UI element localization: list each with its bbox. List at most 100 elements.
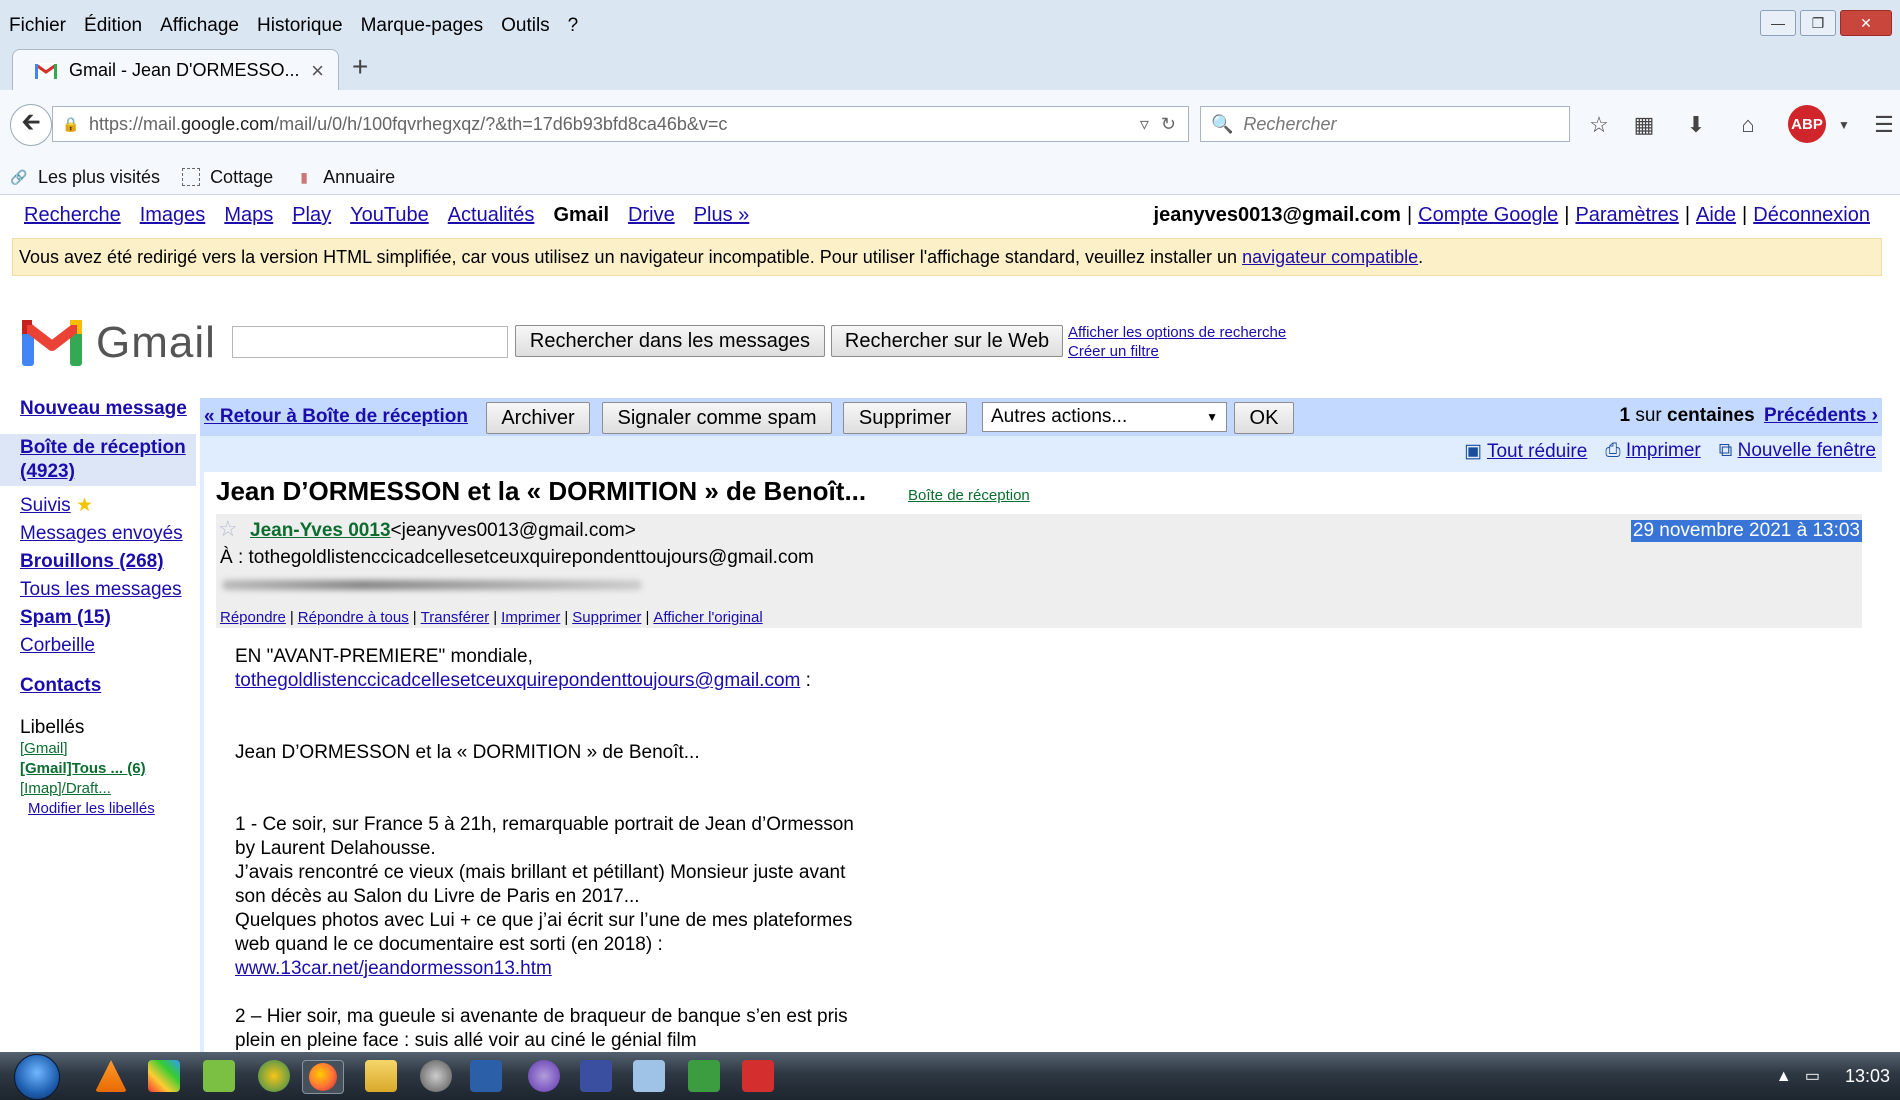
menu-affichage[interactable]: Affichage <box>151 15 248 37</box>
link-drive[interactable]: Drive <box>628 204 675 227</box>
app-light-icon[interactable] <box>633 1060 665 1092</box>
spam-link[interactable]: Spam (15) <box>20 607 196 629</box>
message-date: 29 novembre 2021 à 13:03 <box>1630 520 1862 542</box>
search-mail-button[interactable]: Rechercher dans les messages <box>515 325 825 357</box>
show-search-options-link[interactable]: Afficher les options de recherche <box>1068 324 1286 341</box>
reading-list-icon[interactable]: ▦ <box>1628 110 1660 140</box>
link-actualites[interactable]: Actualités <box>448 204 535 227</box>
new-window-item[interactable]: ⧉ Nouvelle fenêtre <box>1719 440 1876 463</box>
menu-aide[interactable]: ? <box>559 15 588 37</box>
collapse-all-item[interactable]: ▣ Tout réduire <box>1464 440 1587 463</box>
calc-icon[interactable] <box>688 1060 720 1092</box>
back-icon[interactable]: 🡰 <box>10 104 52 146</box>
show-original-link[interactable]: Afficher l'original <box>653 609 762 626</box>
link-images[interactable]: Images <box>140 204 206 227</box>
link-deconnexion[interactable]: Déconnexion <box>1753 204 1870 227</box>
minimize-icon[interactable]: — <box>1760 10 1796 36</box>
maximize-icon[interactable]: ❐ <box>1800 10 1836 36</box>
more-actions-select[interactable]: Autres actions... ▼ <box>982 402 1227 432</box>
edit-labels-link[interactable]: Modifier les libellés <box>28 799 196 819</box>
link-play[interactable]: Play <box>292 204 331 227</box>
network-icon[interactable]: ▭ <box>1805 1068 1820 1085</box>
back-to-inbox-link[interactable]: « Retour à Boîte de réception <box>204 406 468 428</box>
hamburger-menu-icon[interactable]: ☰ <box>1868 110 1900 140</box>
drafts-link[interactable]: Brouillons (268) <box>20 551 196 573</box>
link-youtube[interactable]: YouTube <box>350 204 429 227</box>
all-mail-link[interactable]: Tous les messages <box>20 579 196 601</box>
link-recherche[interactable]: Recherche <box>24 204 121 227</box>
menu-historique[interactable]: Historique <box>248 15 352 37</box>
body-web-link[interactable]: www.13car.net/jeandormesson13.htm <box>235 958 552 979</box>
link-plus[interactable]: Plus » <box>694 204 750 227</box>
link-maps[interactable]: Maps <box>224 204 273 227</box>
mail-search-input[interactable] <box>232 326 508 358</box>
close-window-icon[interactable]: ✕ <box>1840 10 1892 36</box>
ok-button[interactable]: OK <box>1234 402 1294 434</box>
address-bar[interactable]: 🔒 https://mail.google.com/mail/u/0/h/100… <box>52 106 1189 142</box>
browser-search-box[interactable]: 🔍 Rechercher <box>1200 106 1570 142</box>
app-gear-icon[interactable] <box>420 1060 452 1092</box>
vlc-icon[interactable] <box>95 1060 127 1092</box>
new-tab-icon[interactable]: + <box>352 51 368 83</box>
create-filter-link[interactable]: Créer un filtre <box>1068 343 1159 360</box>
home-icon[interactable]: ⌂ <box>1732 110 1764 140</box>
star-outline-icon[interactable]: ☆ <box>218 516 238 542</box>
delete-message-link[interactable]: Supprimer <box>572 609 641 626</box>
taskbar-clock[interactable]: 13:03 <box>1845 1066 1890 1087</box>
delete-button[interactable]: Supprimer <box>843 402 967 434</box>
sender-name[interactable]: Jean-Yves 0013 <box>250 520 391 541</box>
firefox-active-slot[interactable] <box>302 1060 344 1094</box>
label-imap-draft[interactable]: [Imap]/Draft... <box>20 779 196 799</box>
start-button[interactable] <box>14 1054 60 1100</box>
app-recycle-icon[interactable] <box>258 1060 290 1092</box>
browser-tab[interactable]: Gmail - Jean D'ORMESSO... × <box>12 49 339 91</box>
print-item[interactable]: ⎙ Imprimer <box>1605 440 1700 463</box>
folder-icon[interactable] <box>365 1060 397 1092</box>
menu-outils[interactable]: Outils <box>492 15 559 37</box>
adblock-plus-icon[interactable]: ABP <box>1788 105 1826 143</box>
reply-all-link[interactable]: Répondre à tous <box>298 609 409 626</box>
forward-link[interactable]: Transférer <box>421 609 490 626</box>
starred-link[interactable]: Suivis <box>20 495 71 516</box>
previous-link[interactable]: Précédents › <box>1764 405 1878 426</box>
writer-icon[interactable] <box>470 1060 502 1092</box>
link-parametres[interactable]: Paramètres <box>1575 204 1678 227</box>
inbox-link[interactable]: Boîte de réception (4923) <box>0 434 196 486</box>
abp-dropdown-icon[interactable]: ▼ <box>1828 110 1860 140</box>
bookmark-most-visited[interactable]: 🔗 Les plus visités <box>10 167 160 188</box>
label-gmail[interactable]: [Gmail] <box>20 739 196 759</box>
pdf-icon[interactable] <box>742 1060 774 1092</box>
app-blue-icon[interactable] <box>580 1060 612 1092</box>
link-aide[interactable]: Aide <box>1696 204 1736 227</box>
contacts-link[interactable]: Contacts <box>20 675 196 697</box>
search-web-button[interactable]: Rechercher sur le Web <box>831 325 1063 357</box>
download-icon[interactable]: ⬇ <box>1680 110 1712 140</box>
reload-icon[interactable]: ↻ <box>1161 114 1176 135</box>
sent-link[interactable]: Messages envoyés <box>20 523 196 545</box>
google-apps-links: Recherche Images Maps Play YouTube Actua… <box>24 204 768 227</box>
bookmark-annuaire[interactable]: ▮ Annuaire <box>295 167 395 188</box>
compose-link[interactable]: Nouveau message <box>20 398 196 420</box>
app-purple-icon[interactable] <box>528 1060 560 1092</box>
body-email-link[interactable]: tothegoldlistenccicadcellesetceuxquirepo… <box>235 670 800 691</box>
menu-marque-pages[interactable]: Marque-pages <box>352 15 493 37</box>
menu-edition[interactable]: Édition <box>75 15 151 37</box>
close-tab-icon[interactable]: × <box>311 58 324 84</box>
paint-icon[interactable] <box>148 1060 180 1092</box>
trash-link[interactable]: Corbeille <box>20 635 196 657</box>
link-compte-google[interactable]: Compte Google <box>1418 204 1558 227</box>
gmail-logo[interactable]: Gmail <box>22 318 216 368</box>
bookmark-star-icon[interactable]: ☆ <box>1583 110 1615 140</box>
inbox-label-chip[interactable]: Boîte de réception <box>908 487 1030 504</box>
bookmark-cottage[interactable]: Cottage <box>182 167 273 188</box>
app-green-icon[interactable] <box>203 1060 235 1092</box>
compatible-browser-link[interactable]: navigateur compatible <box>1242 247 1418 268</box>
print-message-link[interactable]: Imprimer <box>501 609 560 626</box>
archive-button[interactable]: Archiver <box>486 402 590 434</box>
dropdown-arrow-icon[interactable]: ▿ <box>1140 114 1149 135</box>
menu-fichier[interactable]: Fichier <box>0 15 75 37</box>
reply-link[interactable]: Répondre <box>220 609 286 626</box>
report-spam-button[interactable]: Signaler comme spam <box>602 402 832 434</box>
tray-arrow-icon[interactable]: ▲ <box>1776 1068 1792 1085</box>
label-gmail-tous[interactable]: [Gmail]Tous ... (6) <box>20 759 196 779</box>
